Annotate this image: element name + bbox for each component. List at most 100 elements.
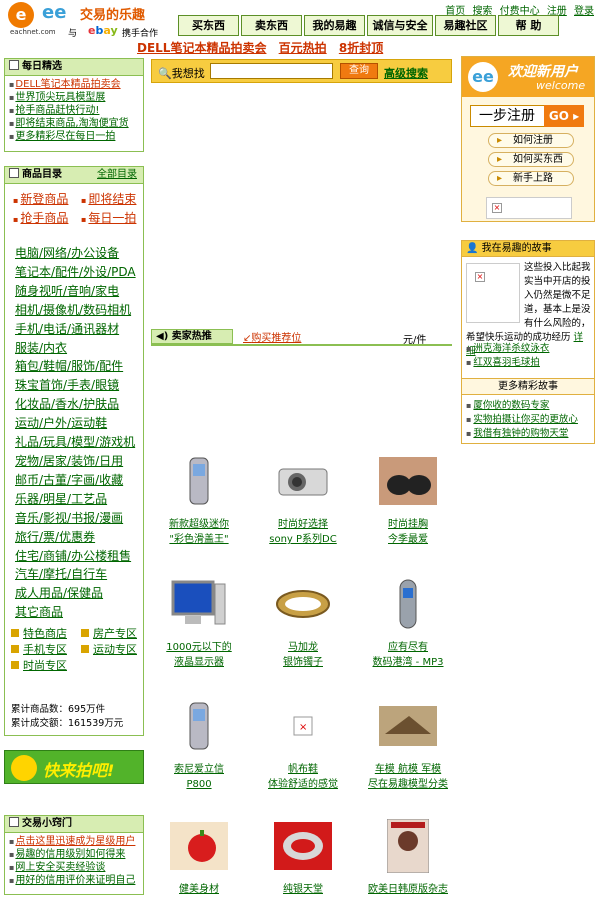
quick-link-new[interactable]: 新登商品	[13, 190, 81, 207]
story-link[interactable]: 实物拍摄让你买的更放心	[466, 413, 578, 427]
tab-community[interactable]: 易趣社区	[435, 15, 496, 36]
category-link[interactable]: 邮币/古董/字画/收藏	[15, 471, 143, 490]
category-link[interactable]: 其它商品	[15, 603, 143, 622]
tip-item[interactable]: 网上安全买卖经验谈	[9, 861, 139, 874]
product-caption[interactable]: 1000元以下的 液晶显示器	[144, 640, 254, 670]
daily-item[interactable]: 抢手商品赶快行动!	[9, 104, 139, 117]
tab-my-eachnet[interactable]: 我的易趣	[304, 15, 365, 36]
category-link[interactable]: 电脑/网络/办公设备	[15, 244, 143, 263]
product-caption[interactable]: 索尼爱立信 P800	[144, 762, 254, 792]
promo-link-dell[interactable]: DELL笔记本精品拍卖会	[137, 41, 266, 55]
product-card[interactable]: × 帆布鞋 体验舒适的感觉	[248, 700, 358, 792]
product-caption[interactable]: 马加龙 银饰镯子	[248, 640, 358, 670]
product-card[interactable]: 时尚挂胸 今季最爱	[353, 455, 463, 547]
tip-item[interactable]: 点击这里迅速成为星级用户	[9, 835, 139, 848]
bra-icon[interactable]	[353, 455, 463, 507]
category-link[interactable]: 箱包/鞋帽/服饰/配件	[15, 357, 143, 376]
category-link[interactable]: 宠物/居家/装饰/日用	[15, 452, 143, 471]
daily-item[interactable]: 即将结束商品,淘淘便宜货	[9, 117, 139, 130]
product-card[interactable]: 欧美日韩原版杂志	[353, 819, 463, 897]
category-link[interactable]: 汽车/摩托/自行车	[15, 565, 143, 584]
how-buy-button[interactable]: 如何买东西	[488, 152, 574, 167]
product-caption[interactable]: 应有尽有 数码港湾 - MP3	[353, 640, 463, 670]
broken-image-icon[interactable]: ×	[248, 700, 358, 752]
product-card[interactable]: 应有尽有 数码港湾 - MP3	[353, 578, 463, 670]
silver-icon[interactable]	[248, 820, 358, 872]
quick-link-ending[interactable]: 即将结束	[81, 190, 147, 207]
fitness-icon[interactable]	[144, 820, 254, 872]
tip-item[interactable]: 易趣的信用级别如何得来	[9, 848, 139, 861]
hot-items-tab[interactable]: ◀) 卖家热推	[151, 329, 233, 344]
top-link-login[interactable]: 登录	[574, 6, 594, 17]
category-link[interactable]: 礼品/玩具/模型/游戏机	[15, 433, 143, 452]
story-link[interactable]: 厦你收的数码专家	[466, 399, 578, 413]
category-link[interactable]: 服装/内衣	[15, 339, 143, 358]
all-catalog-link[interactable]: 全部目录	[97, 167, 137, 183]
product-card[interactable]: 新款超级迷你 "彩色滑盖王"	[144, 455, 254, 547]
daily-item[interactable]: 更多精彩尽在每日一拍	[9, 130, 139, 143]
product-caption[interactable]: 纯银天堂	[248, 882, 358, 897]
go-button[interactable]: GO ▸	[544, 105, 584, 127]
promo-link-discount[interactable]: 8折封顶	[339, 41, 383, 55]
category-link[interactable]: 珠宝首饰/手表/眼镜	[15, 376, 143, 395]
quick-link-daily[interactable]: 每日一拍	[81, 209, 147, 226]
category-link[interactable]: 运动/户外/运动鞋	[15, 414, 143, 433]
phone-icon[interactable]	[144, 455, 254, 507]
story-link[interactable]: 我借有独钟的购物天堂	[466, 427, 578, 441]
category-link[interactable]: 笔记本/配件/外设/PDA	[15, 263, 143, 282]
product-caption[interactable]: 欧美日韩原版杂志	[353, 882, 463, 897]
quick-auction-banner[interactable]: 快来拍吧!	[4, 750, 144, 784]
phone-icon[interactable]	[144, 700, 254, 752]
category-link[interactable]: 相机/摄像机/数码相机	[15, 301, 143, 320]
product-card[interactable]: 马加龙 银饰镯子	[248, 578, 358, 670]
monitor-icon[interactable]	[144, 578, 254, 630]
product-card[interactable]: 索尼爱立信 P800	[144, 700, 254, 792]
buy-slot-link[interactable]: ↙购买推荐位	[243, 329, 301, 344]
promo-link-hot[interactable]: 百元热拍	[279, 41, 327, 55]
model-icon[interactable]	[353, 700, 463, 752]
tab-trust-safety[interactable]: 诚信与安全	[367, 15, 433, 36]
magazine-icon[interactable]	[353, 819, 463, 873]
bracelet-icon[interactable]	[248, 578, 358, 630]
category-link[interactable]: 化妆品/香水/护肤品	[15, 395, 143, 414]
category-link[interactable]: 手机/电话/通讯器材	[15, 320, 143, 339]
special-house-link[interactable]: 房产专区	[81, 626, 147, 641]
special-phone-link[interactable]: 手机专区	[11, 642, 81, 657]
advanced-search-link[interactable]: 高级搜索	[384, 65, 428, 81]
product-caption[interactable]: 车模 航模 军模 尽在易趣模型分类	[353, 762, 463, 792]
how-register-button[interactable]: 如何注册	[488, 133, 574, 148]
category-link[interactable]: 成人用品/保健品	[15, 584, 143, 603]
mp3-icon[interactable]	[353, 578, 463, 630]
product-card[interactable]: 健美身材	[144, 820, 254, 897]
category-link[interactable]: 音乐/影视/书报/漫画	[15, 509, 143, 528]
product-card[interactable]: 时尚好选择 sony P系列DC	[248, 455, 358, 547]
register-button[interactable]: 一步注册 GO ▸	[470, 105, 584, 127]
category-link[interactable]: 旅行/票/优惠券	[15, 528, 143, 547]
special-shop-link[interactable]: 特色商店	[11, 626, 81, 641]
special-sport-link[interactable]: 运动专区	[81, 642, 147, 657]
product-card[interactable]: 1000元以下的 液晶显示器	[144, 578, 254, 670]
category-link[interactable]: 住宅/商铺/办公楼租售	[15, 547, 143, 566]
tab-sell[interactable]: 卖东西	[241, 15, 302, 36]
search-input[interactable]	[210, 63, 333, 79]
tab-help[interactable]: 帮 助	[498, 15, 559, 36]
newbie-guide-button[interactable]: 新手上路	[488, 171, 574, 186]
site-logo[interactable]: e ee 交易的乐趣 eachnet.com 与 ebay 携手合作	[4, 2, 172, 39]
story-name-link[interactable]: 洲克海洋杀纹泳衣	[466, 342, 549, 356]
product-caption[interactable]: 时尚挂胸 今季最爱	[353, 517, 463, 547]
daily-item[interactable]: 世界顶尖玩具模型展	[9, 91, 139, 104]
story-name-link[interactable]: 红双喜羽毛球拍	[466, 356, 549, 370]
tab-buy[interactable]: 买东西	[178, 15, 239, 36]
product-caption[interactable]: 时尚好选择 sony P系列DC	[248, 517, 358, 547]
tip-item[interactable]: 用好的信用评价来证明自己	[9, 874, 139, 887]
special-fashion-link[interactable]: 时尚专区	[11, 658, 81, 673]
quick-link-hot[interactable]: 抢手商品	[13, 209, 81, 226]
product-card[interactable]: 车模 航模 军模 尽在易趣模型分类	[353, 700, 463, 792]
category-link[interactable]: 乐器/明星/工艺品	[15, 490, 143, 509]
product-caption[interactable]: 帆布鞋 体验舒适的感觉	[248, 762, 358, 792]
product-card[interactable]: 纯银天堂	[248, 820, 358, 897]
product-caption[interactable]: 新款超级迷你 "彩色滑盖王"	[144, 517, 254, 547]
product-caption[interactable]: 健美身材	[144, 882, 254, 897]
daily-item[interactable]: DELL笔记本精品拍卖会	[9, 78, 139, 91]
search-button[interactable]: 查询	[340, 63, 378, 79]
